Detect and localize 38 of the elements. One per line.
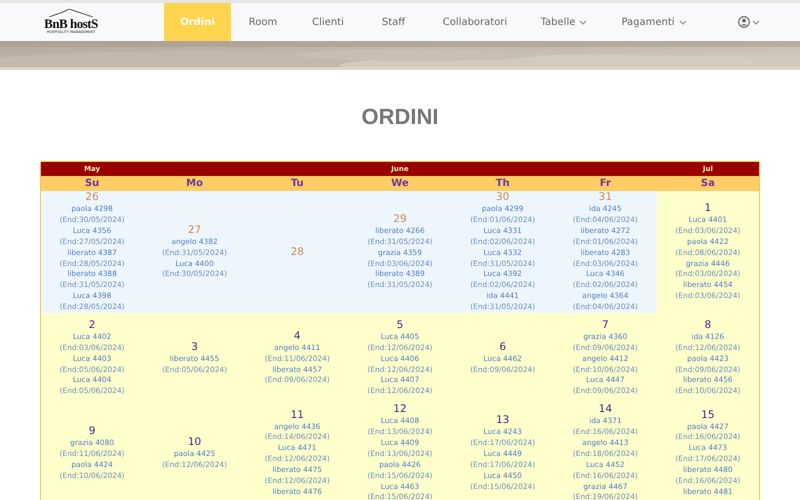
nav-link[interactable]: Pagamenti — [604, 3, 704, 41]
user-icon — [738, 16, 750, 28]
day-number: 12 — [393, 403, 407, 416]
day-number: 3 — [191, 340, 198, 354]
day-number: 26 — [85, 191, 99, 204]
day-number: 28 — [290, 246, 304, 259]
day-number: 4 — [294, 330, 301, 343]
nav-link[interactable]: Staff — [361, 3, 426, 41]
day-number: 14 — [598, 403, 612, 416]
day-number: 8 — [704, 318, 712, 332]
day-number: 27 — [188, 224, 202, 237]
weekday-label: Mo — [186, 178, 203, 189]
day-number: 9 — [88, 424, 96, 438]
day-number: 11 — [290, 408, 304, 422]
day-number: 15 — [701, 408, 715, 422]
day-number: 6 — [499, 340, 506, 354]
weekday-label: Th — [496, 178, 510, 189]
day-number: 1 — [704, 202, 712, 215]
day-number: 2 — [88, 318, 96, 332]
nav-link[interactable]: Clienti — [295, 3, 361, 41]
day-number: 30 — [496, 191, 510, 204]
day-number: 29 — [393, 212, 407, 226]
day-number: 13 — [496, 414, 510, 427]
mountain-icon — [49, 9, 93, 17]
weekday-label: Fr — [600, 178, 611, 189]
nav-link[interactable]: Room — [231, 3, 295, 41]
weekday-label: Tu — [290, 178, 304, 189]
day-number: 5 — [396, 318, 404, 332]
weekday-label: We — [391, 178, 409, 189]
nav-link[interactable]: Collaboratori — [426, 3, 524, 41]
weekday-label: Su — [84, 178, 100, 189]
day-number: 31 — [598, 191, 612, 204]
page-title: ORDINI — [362, 103, 438, 131]
weekday-label: Sa — [700, 178, 715, 189]
day-number: 7 — [602, 318, 609, 332]
logo-text: BnB hostS — [44, 17, 98, 30]
day-number: 10 — [188, 436, 202, 449]
nav-link[interactable]: Tabelle — [524, 3, 604, 41]
